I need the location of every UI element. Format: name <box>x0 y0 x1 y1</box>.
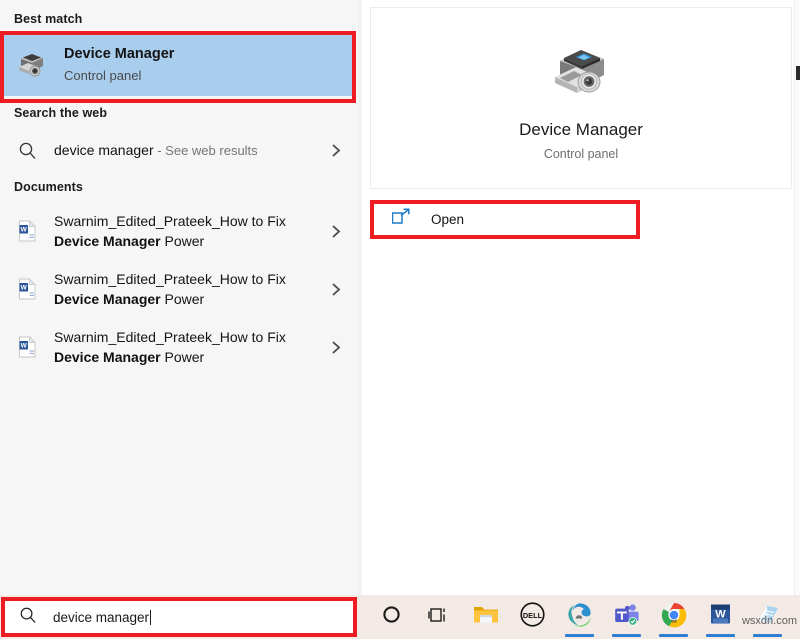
task-view-icon <box>428 606 450 629</box>
taskbar-search-input[interactable]: device manager <box>5 599 353 635</box>
dell-button[interactable]: DELL <box>509 595 556 639</box>
document-title-line2: Device Manager Power <box>54 232 328 251</box>
svg-text:W: W <box>20 285 27 292</box>
text-caret <box>150 610 151 625</box>
document-title-line2: Device Manager Power <box>54 348 328 367</box>
running-indicator <box>565 634 594 637</box>
best-match-title: Device Manager <box>64 45 174 64</box>
chrome-button[interactable] <box>650 595 697 639</box>
word-document-icon: W <box>14 336 40 358</box>
cortana-circle-icon <box>382 605 401 629</box>
chevron-right-icon[interactable] <box>328 143 344 158</box>
best-match-subtitle: Control panel <box>64 66 174 85</box>
watermark: wsxdn.com <box>742 615 797 627</box>
web-result-suffix: - See web results <box>154 143 258 158</box>
scrollbar-thumb[interactable] <box>796 66 800 80</box>
web-result-query: device manager <box>54 142 154 158</box>
document-result-text-2: Swarnim_Edited_Prateek_How to Fix Device… <box>54 270 328 309</box>
document-result-text-3: Swarnim_Edited_Prateek_How to Fix Device… <box>54 328 328 367</box>
running-indicator <box>706 634 735 637</box>
document-title-line2: Device Manager Power <box>54 290 328 309</box>
preview-pane: Device Manager Control panel Open <box>362 0 800 595</box>
document-title-rest: Power <box>161 233 205 249</box>
running-indicator <box>753 634 782 637</box>
google-chrome-icon <box>661 602 687 633</box>
word-button[interactable]: W <box>697 595 744 639</box>
microsoft-teams-icon <box>613 602 640 632</box>
windows-search-flyout: Best match <box>0 0 800 595</box>
task-view-button[interactable] <box>415 595 462 639</box>
taskbar-search-value: device manager <box>53 610 149 625</box>
file-explorer-icon <box>472 603 500 632</box>
web-result-row[interactable]: device manager - See web results <box>0 128 358 172</box>
search-icon <box>19 606 37 629</box>
svg-text:DELL: DELL <box>523 611 543 620</box>
word-document-icon: W <box>14 220 40 242</box>
teams-button[interactable] <box>603 595 650 639</box>
preview-subtitle: Control panel <box>544 147 618 161</box>
open-external-icon <box>392 208 411 230</box>
open-action-button[interactable]: Open <box>370 202 792 236</box>
document-title-line1: Swarnim_Edited_Prateek_How to Fix <box>54 328 328 347</box>
document-title-line1: Swarnim_Edited_Prateek_How to Fix <box>54 212 328 231</box>
document-title-rest: Power <box>161 349 205 365</box>
taskbar: device manager <box>0 595 800 639</box>
document-match-term: Device Manager <box>54 233 161 249</box>
group-heading-documents: Documents <box>0 172 358 202</box>
device-manager-icon <box>14 46 48 85</box>
document-match-term: Device Manager <box>54 349 161 365</box>
document-result-text-1: Swarnim_Edited_Prateek_How to Fix Device… <box>54 212 328 251</box>
screen: Best match <box>0 0 800 639</box>
microsoft-edge-icon <box>566 601 593 633</box>
taskbar-icon-strip: DELL <box>368 595 791 639</box>
group-heading-search-the-web: Search the web <box>0 96 358 128</box>
svg-text:W: W <box>20 227 27 234</box>
dell-icon: DELL <box>520 602 545 632</box>
web-result-text: device manager - See web results <box>54 141 328 160</box>
document-result-row-2[interactable]: W Swarnim_Edited_Prateek_How to Fix Devi… <box>0 260 358 318</box>
window-right-edge <box>794 0 800 595</box>
document-result-row-1[interactable]: W Swarnim_Edited_Prateek_How to Fix Devi… <box>0 202 358 260</box>
svg-text:W: W <box>20 343 27 350</box>
chevron-right-icon[interactable] <box>328 224 344 239</box>
search-icon <box>14 141 40 160</box>
running-indicator <box>612 634 641 637</box>
chevron-right-icon[interactable] <box>328 340 344 355</box>
open-action-label: Open <box>431 212 464 227</box>
preview-card: Device Manager Control panel <box>370 7 792 189</box>
chevron-right-icon[interactable] <box>328 282 344 297</box>
document-match-term: Device Manager <box>54 291 161 307</box>
document-title-rest: Power <box>161 291 205 307</box>
preview-title: Device Manager <box>519 120 643 140</box>
document-result-row-3[interactable]: W Swarnim_Edited_Prateek_How to Fix Devi… <box>0 318 358 376</box>
document-title-line1: Swarnim_Edited_Prateek_How to Fix <box>54 270 328 289</box>
file-explorer-button[interactable] <box>462 595 509 639</box>
search-results-pane: Best match <box>0 0 358 595</box>
best-match-text: Device Manager Control panel <box>64 45 174 85</box>
best-match-result-device-manager[interactable]: Device Manager Control panel <box>2 34 356 96</box>
device-manager-icon <box>544 35 618 104</box>
running-indicator <box>659 634 688 637</box>
group-heading-best-match: Best match <box>0 0 358 34</box>
cortana-button[interactable] <box>368 595 415 639</box>
word-document-icon: W <box>14 278 40 300</box>
microsoft-word-icon: W <box>708 602 733 632</box>
edge-button[interactable] <box>556 595 603 639</box>
